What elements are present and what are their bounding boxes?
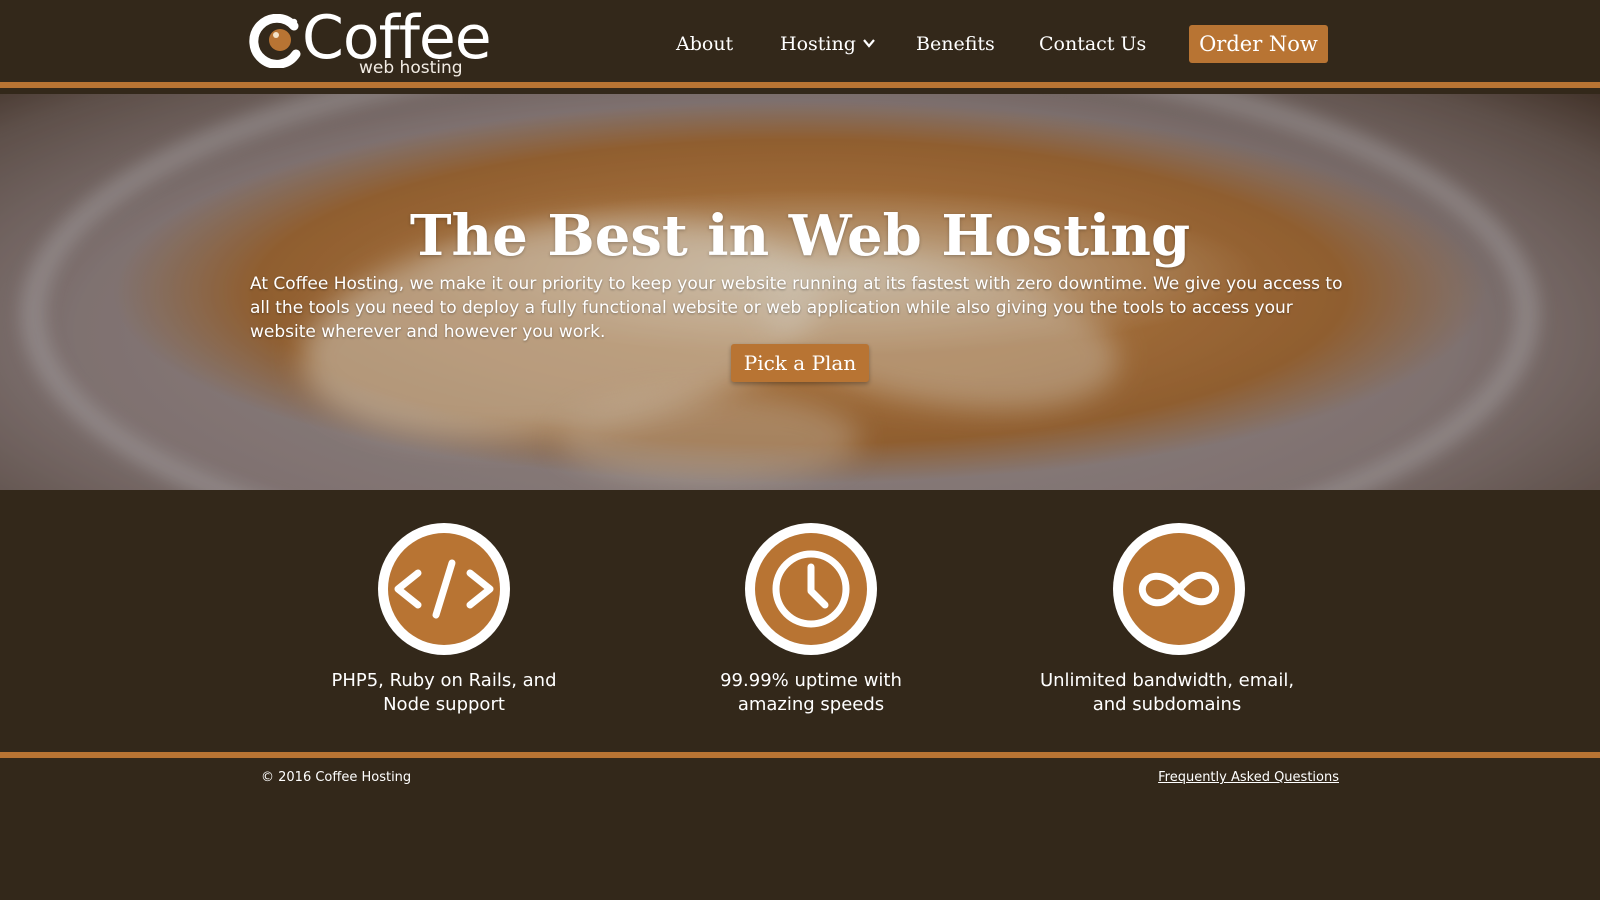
nav-hosting[interactable]: Hosting xyxy=(780,27,876,61)
hero-title: The Best in Web Hosting xyxy=(409,203,1191,269)
feature-item: 99.99% uptime with amazing speeds xyxy=(681,523,941,717)
nav-contact-us[interactable]: Contact Us xyxy=(1039,27,1146,61)
feature-text: PHP5, Ruby on Rails, and Node support xyxy=(331,670,557,715)
clock-icon xyxy=(745,523,877,655)
chevron-down-icon xyxy=(863,39,875,48)
brand-logo[interactable]: Coffee web hosting xyxy=(248,4,492,82)
coffee-cup-logo-icon xyxy=(249,14,301,68)
feature-text: 99.99% uptime with amazing speeds xyxy=(720,670,902,715)
order-now-button[interactable]: Order Now xyxy=(1189,25,1328,63)
site-footer: © 2016 Coffee Hosting Frequently Asked Q… xyxy=(0,752,1600,900)
site-header: Coffee web hosting About Hosting Benefit… xyxy=(0,0,1600,88)
features-section: PHP5, Ruby on Rails, and Node support 99… xyxy=(0,490,1600,752)
brand-tagline: web hosting xyxy=(359,58,463,78)
faq-link[interactable]: Frequently Asked Questions xyxy=(1158,768,1339,788)
copyright-text: © 2016 Coffee Hosting xyxy=(261,770,412,785)
nav-benefits[interactable]: Benefits xyxy=(916,27,995,61)
pick-a-plan-button[interactable]: Pick a Plan xyxy=(731,344,869,382)
code-icon xyxy=(378,523,510,655)
feature-item: PHP5, Ruby on Rails, and Node support xyxy=(314,523,574,717)
feature-item: Unlimited bandwidth, email, and subdomai… xyxy=(1037,523,1297,717)
hero-description: At Coffee Hosting, we make it our priori… xyxy=(250,274,1343,342)
infinity-icon xyxy=(1113,523,1245,655)
nav-hosting-label: Hosting xyxy=(780,33,856,55)
nav-about[interactable]: About xyxy=(676,27,733,61)
feature-text: Unlimited bandwidth, email, and subdomai… xyxy=(1039,670,1295,715)
hero-section: The Best in Web Hosting At Coffee Hostin… xyxy=(0,94,1600,490)
